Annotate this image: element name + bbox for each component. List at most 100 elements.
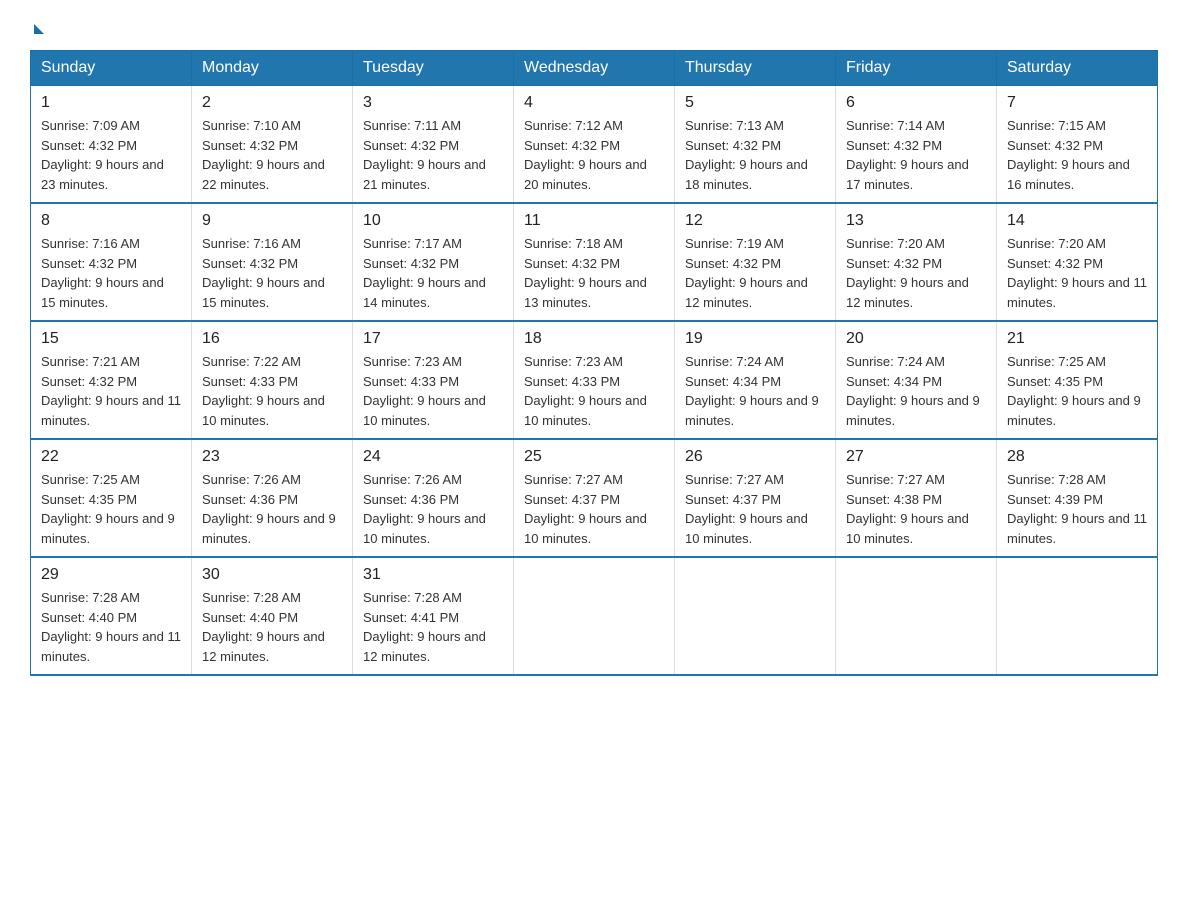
day-info: Sunrise: 7:26 AMSunset: 4:36 PMDaylight:… [202,470,342,548]
day-number: 23 [202,448,342,466]
day-number: 30 [202,566,342,584]
table-row: 12 Sunrise: 7:19 AMSunset: 4:32 PMDayligh… [675,203,836,321]
table-row: 31Sunrise: 7:28 AMSunset: 4:41 PMDayligh… [353,557,514,675]
day-info: Sunrise: 7:11 AMSunset: 4:32 PMDaylight:… [363,116,503,194]
table-row: 24 Sunrise: 7:26 AMSunset: 4:36 PMDayligh… [353,439,514,557]
day-info: Sunrise: 7:27 AMSunset: 4:37 PMDaylight:… [685,470,825,548]
day-info: Sunrise: 7:20 AMSunset: 4:32 PMDaylight:… [1007,234,1147,312]
calendar-week-row: 15 Sunrise: 7:21 AMSunset: 4:32 PMDayligh… [31,321,1158,439]
table-row: 8 Sunrise: 7:16 AMSunset: 4:32 PMDaylight… [31,203,192,321]
logo-arrow-icon [34,24,44,34]
table-row: 20 Sunrise: 7:24 AMSunset: 4:34 PMDayligh… [836,321,997,439]
day-info: Sunrise: 7:28 AMSunset: 4:40 PMDaylight:… [41,588,181,666]
table-row: 22Sunrise: 7:25 AMSunset: 4:35 PMDayligh… [31,439,192,557]
day-number: 7 [1007,94,1147,112]
day-info: Sunrise: 7:23 AMSunset: 4:33 PMDaylight:… [363,352,503,430]
page-header [30,20,1158,34]
table-row: 27Sunrise: 7:27 AMSunset: 4:38 PMDayligh… [836,439,997,557]
day-number: 29 [41,566,181,584]
day-info: Sunrise: 7:16 AMSunset: 4:32 PMDaylight:… [41,234,181,312]
day-number: 9 [202,212,342,230]
day-number: 3 [363,94,503,112]
calendar-week-row: 1 Sunrise: 7:09 AMSunset: 4:32 PMDaylight… [31,86,1158,204]
day-number: 14 [1007,212,1147,230]
day-info: Sunrise: 7:12 AMSunset: 4:32 PMDaylight:… [524,116,664,194]
day-info: Sunrise: 7:19 AMSunset: 4:32 PMDaylight:… [685,234,825,312]
day-number: 21 [1007,330,1147,348]
day-number: 19 [685,330,825,348]
table-row: 5 Sunrise: 7:13 AMSunset: 4:32 PMDaylight… [675,86,836,204]
calendar-week-row: 29 Sunrise: 7:28 AMSunset: 4:40 PMDayligh… [31,557,1158,675]
day-number: 16 [202,330,342,348]
day-info: Sunrise: 7:21 AMSunset: 4:32 PMDaylight:… [41,352,181,430]
weekday-header-row: Sunday Monday Tuesday Wednesday Thursday… [31,51,1158,86]
day-number: 17 [363,330,503,348]
day-info: Sunrise: 7:26 AMSunset: 4:36 PMDaylight:… [363,470,503,548]
table-row: 16Sunrise: 7:22 AMSunset: 4:33 PMDayligh… [192,321,353,439]
table-row: 21 Sunrise: 7:25 AMSunset: 4:35 PMDayligh… [997,321,1158,439]
table-row: 19 Sunrise: 7:24 AMSunset: 4:34 PMDayligh… [675,321,836,439]
day-number: 15 [41,330,181,348]
day-info: Sunrise: 7:28 AMSunset: 4:39 PMDaylight:… [1007,470,1147,548]
day-info: Sunrise: 7:09 AMSunset: 4:32 PMDaylight:… [41,116,181,194]
day-info: Sunrise: 7:23 AMSunset: 4:33 PMDaylight:… [524,352,664,430]
table-row: 9Sunrise: 7:16 AMSunset: 4:32 PMDaylight… [192,203,353,321]
day-info: Sunrise: 7:20 AMSunset: 4:32 PMDaylight:… [846,234,986,312]
table-row: 7 Sunrise: 7:15 AMSunset: 4:32 PMDaylight… [997,86,1158,204]
table-row: 13 Sunrise: 7:20 AMSunset: 4:32 PMDayligh… [836,203,997,321]
table-row: 17 Sunrise: 7:23 AMSunset: 4:33 PMDayligh… [353,321,514,439]
day-info: Sunrise: 7:24 AMSunset: 4:34 PMDaylight:… [846,352,986,430]
day-number: 24 [363,448,503,466]
day-info: Sunrise: 7:25 AMSunset: 4:35 PMDaylight:… [1007,352,1147,430]
day-number: 1 [41,94,181,112]
header-wednesday: Wednesday [514,51,675,86]
table-row: 14 Sunrise: 7:20 AMSunset: 4:32 PMDayligh… [997,203,1158,321]
day-number: 13 [846,212,986,230]
calendar-week-row: 8 Sunrise: 7:16 AMSunset: 4:32 PMDaylight… [31,203,1158,321]
day-number: 20 [846,330,986,348]
day-number: 10 [363,212,503,230]
table-row: 10 Sunrise: 7:17 AMSunset: 4:32 PMDayligh… [353,203,514,321]
day-number: 11 [524,212,664,230]
day-info: Sunrise: 7:24 AMSunset: 4:34 PMDaylight:… [685,352,825,430]
logo [30,20,44,34]
header-sunday: Sunday [31,51,192,86]
table-row: 23 Sunrise: 7:26 AMSunset: 4:36 PMDayligh… [192,439,353,557]
table-row [836,557,997,675]
table-row [675,557,836,675]
day-number: 27 [846,448,986,466]
table-row: 26 Sunrise: 7:27 AMSunset: 4:37 PMDayligh… [675,439,836,557]
day-number: 26 [685,448,825,466]
table-row: 1 Sunrise: 7:09 AMSunset: 4:32 PMDaylight… [31,86,192,204]
day-number: 5 [685,94,825,112]
table-row: 11 Sunrise: 7:18 AMSunset: 4:32 PMDayligh… [514,203,675,321]
day-number: 28 [1007,448,1147,466]
table-row [997,557,1158,675]
header-tuesday: Tuesday [353,51,514,86]
day-number: 8 [41,212,181,230]
day-number: 31 [363,566,503,584]
day-number: 6 [846,94,986,112]
header-friday: Friday [836,51,997,86]
day-info: Sunrise: 7:10 AMSunset: 4:32 PMDaylight:… [202,116,342,194]
table-row: 25 Sunrise: 7:27 AMSunset: 4:37 PMDayligh… [514,439,675,557]
day-number: 18 [524,330,664,348]
day-info: Sunrise: 7:28 AMSunset: 4:40 PMDaylight:… [202,588,342,666]
day-info: Sunrise: 7:13 AMSunset: 4:32 PMDaylight:… [685,116,825,194]
day-number: 22 [41,448,181,466]
day-info: Sunrise: 7:27 AMSunset: 4:37 PMDaylight:… [524,470,664,548]
day-info: Sunrise: 7:17 AMSunset: 4:32 PMDaylight:… [363,234,503,312]
day-info: Sunrise: 7:15 AMSunset: 4:32 PMDaylight:… [1007,116,1147,194]
table-row: 4 Sunrise: 7:12 AMSunset: 4:32 PMDaylight… [514,86,675,204]
table-row: 28 Sunrise: 7:28 AMSunset: 4:39 PMDayligh… [997,439,1158,557]
table-row: 6Sunrise: 7:14 AMSunset: 4:32 PMDaylight… [836,86,997,204]
header-monday: Monday [192,51,353,86]
day-number: 25 [524,448,664,466]
day-info: Sunrise: 7:18 AMSunset: 4:32 PMDaylight:… [524,234,664,312]
day-number: 12 [685,212,825,230]
table-row: 29 Sunrise: 7:28 AMSunset: 4:40 PMDayligh… [31,557,192,675]
table-row: 18 Sunrise: 7:23 AMSunset: 4:33 PMDayligh… [514,321,675,439]
header-thursday: Thursday [675,51,836,86]
day-number: 4 [524,94,664,112]
table-row: 15 Sunrise: 7:21 AMSunset: 4:32 PMDayligh… [31,321,192,439]
